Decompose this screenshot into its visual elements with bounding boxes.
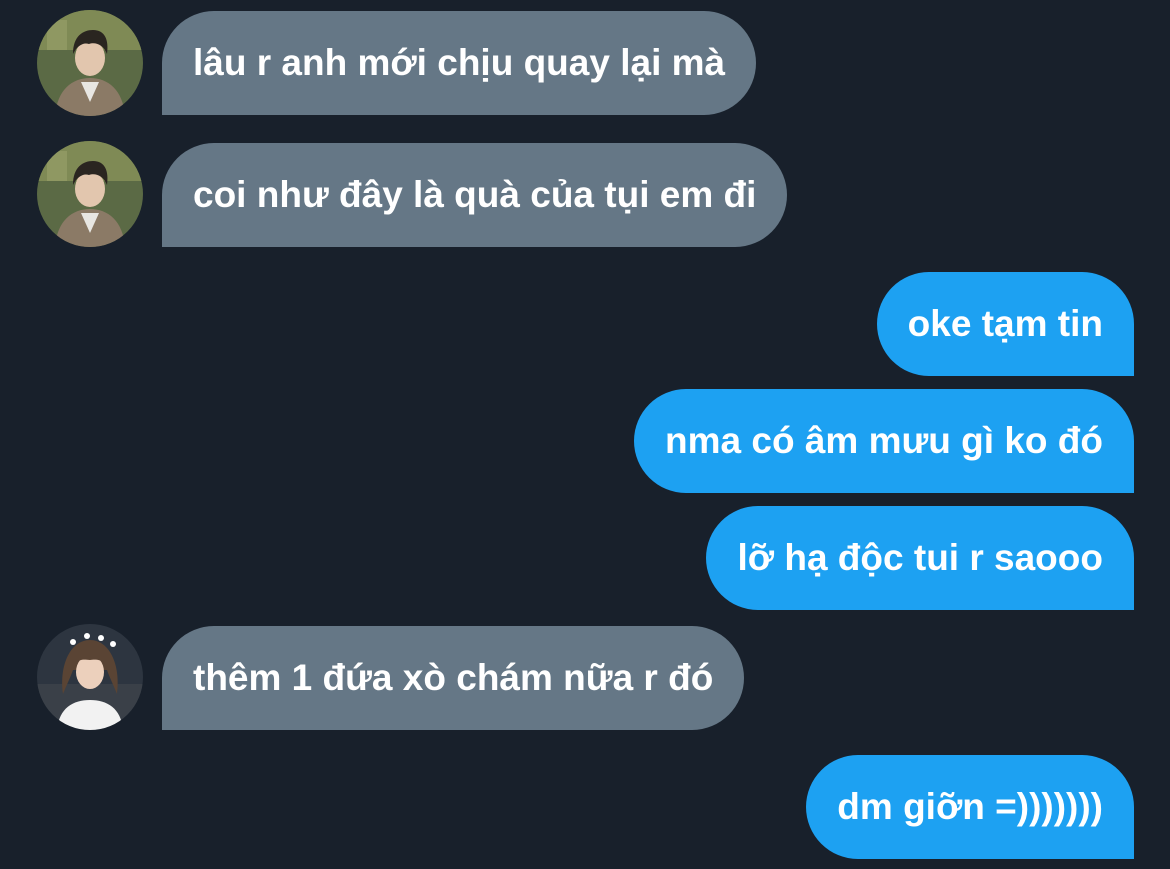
avatar[interactable] (37, 141, 143, 247)
chat-thread: lâu r anh mới chịu quay lại mà coi như đ… (0, 0, 1170, 869)
avatar[interactable] (37, 10, 143, 116)
message-text: dm giỡn =))))))) (837, 786, 1103, 827)
avatar[interactable] (37, 624, 143, 730)
incoming-message-bubble[interactable]: coi như đây là quà của tụi em đi (162, 143, 788, 247)
message-text: oke tạm tin (907, 303, 1103, 344)
message-text: lâu r anh mới chịu quay lại mà (193, 42, 726, 83)
avatar-man-jacket-icon (37, 141, 143, 247)
outgoing-message-bubble[interactable]: oke tạm tin (876, 272, 1134, 376)
avatar-long-hair-flower-crown-icon (37, 624, 143, 730)
incoming-message-bubble[interactable]: lâu r anh mới chịu quay lại mà (162, 11, 757, 115)
message-text: lỡ hạ độc tui r saooo (737, 537, 1103, 578)
outgoing-message-bubble[interactable]: nma có âm mưu gì ko đó (634, 389, 1134, 493)
outgoing-message-bubble[interactable]: lỡ hạ độc tui r saooo (706, 506, 1134, 610)
outgoing-message-bubble[interactable]: dm giỡn =))))))) (806, 755, 1134, 859)
message-text: nma có âm mưu gì ko đó (665, 420, 1103, 461)
avatar-man-jacket-icon (37, 10, 143, 116)
incoming-message-bubble[interactable]: thêm 1 đứa xò chám nữa r đó (162, 626, 745, 730)
message-text: thêm 1 đứa xò chám nữa r đó (193, 657, 714, 698)
message-text: coi như đây là quà của tụi em đi (193, 174, 757, 215)
